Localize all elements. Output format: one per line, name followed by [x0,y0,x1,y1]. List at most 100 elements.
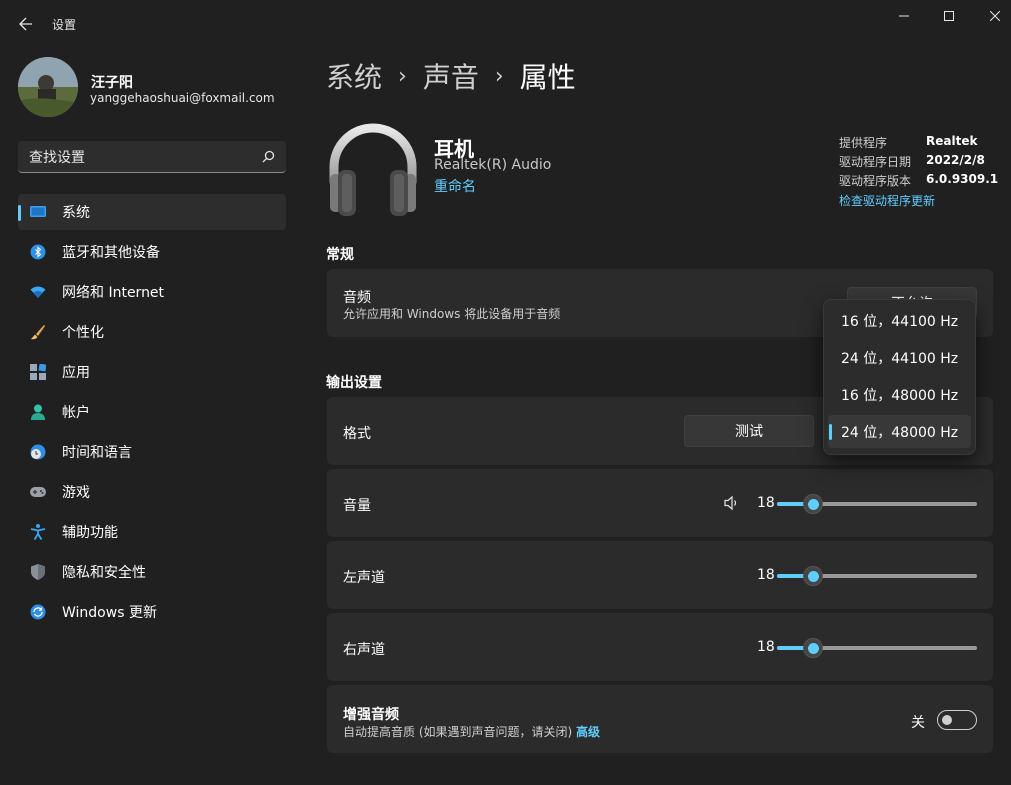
toggle-state-label: 关 [911,715,925,731]
avatar[interactable] [18,57,78,117]
shield-icon [30,564,46,580]
sidebar-item-bluetooth[interactable]: 蓝牙和其他设备 [18,234,286,270]
brush-icon [30,324,46,340]
property-value: 6.0.9309.1 [926,172,999,186]
output-section-title: 输出设置 [326,375,382,391]
right-channel-value: 18 [757,639,775,655]
slider-thumb[interactable] [803,566,823,586]
sidebar-item-gaming[interactable]: 游戏 [18,474,286,510]
gamepad-icon [30,484,46,500]
left-channel-title: 左声道 [343,570,385,586]
sidebar-item-apps[interactable]: 应用 [18,354,286,390]
property-row: 提供程序 Realtek [839,134,998,153]
page-title: 属性 [519,61,576,94]
sidebar-item-label: 个性化 [62,325,104,341]
sidebar-item-label: Windows 更新 [62,605,157,621]
sidebar-item-label: 隐私和安全性 [62,565,146,581]
check-driver-update-link[interactable]: 检查驱动程序更新 [839,192,935,209]
slider-thumb[interactable] [803,494,823,514]
bluetooth-icon [30,244,46,260]
volume-slider[interactable] [777,494,977,514]
right-channel-slider[interactable] [777,638,977,658]
sidebar-item-personalization[interactable]: 个性化 [18,314,286,350]
format-option[interactable]: 24 位，44100 Hz [828,341,971,374]
accessibility-icon [30,524,46,540]
format-option[interactable]: 16 位，44100 Hz [828,304,971,337]
toggle-knob [942,715,952,725]
test-button[interactable]: 测试 [684,415,814,447]
sidebar-item-accounts[interactable]: 帐户 [18,394,286,430]
advanced-link[interactable]: 高级 [576,725,600,739]
format-option-selected[interactable]: 24 位，48000 Hz [828,415,971,448]
update-icon [30,604,46,620]
sidebar-item-windows-update[interactable]: Windows 更新 [18,594,286,630]
property-value: 2022/2/8 [926,153,985,167]
property-row: 驱动程序版本 6.0.9309.1 [839,172,998,191]
globe-clock-icon [30,444,46,460]
property-key: 驱动程序版本 [839,174,912,188]
property-row: 驱动程序日期 2022/2/8 [839,153,998,172]
audio-desc: 允许应用和 Windows 将此设备用于音频 [343,307,561,321]
sidebar-item-label: 辅助功能 [62,525,118,541]
volume-value: 18 [757,495,775,511]
volume-title: 音量 [343,498,371,514]
slider-thumb[interactable] [803,638,823,658]
enhance-desc-row: 自动提高音质 (如果遇到声音问题，请关闭) 高级 [343,723,600,740]
apps-icon [30,364,46,380]
headphones-icon [328,122,418,217]
speaker-icon[interactable] [724,495,740,515]
search-placeholder: 查找设置 [29,149,85,166]
close-button[interactable] [972,0,1011,32]
breadcrumb-system[interactable]: 系统 [326,56,382,96]
right-channel-card: 右声道 18 [327,613,993,681]
property-key: 提供程序 [839,136,888,150]
person-icon [30,404,46,420]
format-title: 格式 [343,426,371,442]
breadcrumb-sound[interactable]: 声音 [423,56,479,96]
chevron-right-icon: › [398,63,407,89]
sidebar-item-system[interactable]: 系统 [18,194,286,230]
breadcrumb: 系统 › 声音 › 属性 [326,56,576,96]
search-icon[interactable] [250,150,286,163]
format-option[interactable]: 16 位，48000 Hz [828,378,971,411]
sidebar-nav: 系统 蓝牙和其他设备 网络和 Internet 个性化 应用 帐户 时间和语言 … [18,194,286,634]
general-section-title: 常规 [326,247,354,263]
sidebar-item-accessibility[interactable]: 辅助功能 [18,514,286,550]
sidebar-item-label: 帐户 [62,405,90,421]
enhance-audio-card: 增强音频 自动提高音质 (如果遇到声音问题，请关闭) 高级 关 [327,685,993,753]
sidebar-item-label: 应用 [62,365,90,381]
enhance-desc: 自动提高音质 (如果遇到声音问题，请关闭) [343,725,573,739]
right-channel-title: 右声道 [343,642,385,658]
window-title: 设置 [52,18,77,32]
search-input[interactable]: 查找设置 [18,141,286,173]
user-name: 汪子阳 [91,75,133,91]
back-icon[interactable] [14,12,38,36]
left-channel-card: 左声道 18 [327,541,993,609]
minimize-button[interactable] [881,0,927,32]
user-email: yanggehaoshuai@foxmail.com [90,91,275,105]
maximize-button[interactable] [926,0,972,32]
monitor-icon [30,204,46,220]
property-value: Realtek [926,134,978,148]
sidebar-item-label: 系统 [62,205,90,221]
left-channel-value: 18 [757,567,775,583]
chevron-right-icon: › [494,63,504,89]
enhance-title: 增强音频 [343,707,399,723]
format-dropdown: 16 位，44100 Hz 24 位，44100 Hz 16 位，48000 H… [823,299,976,455]
sidebar-item-time-language[interactable]: 时间和语言 [18,434,286,470]
driver-properties: 提供程序 Realtek 驱动程序日期 2022/2/8 驱动程序版本 6.0.… [839,134,998,191]
sidebar-item-privacy[interactable]: 隐私和安全性 [18,554,286,590]
device-subtitle: Realtek(R) Audio [434,157,552,173]
sidebar-item-label: 网络和 Internet [62,285,165,301]
enhance-audio-toggle[interactable] [937,710,977,730]
left-channel-slider[interactable] [777,566,977,586]
rename-link[interactable]: 重命名 [434,176,476,196]
volume-card: 音量 18 [327,469,993,537]
wifi-icon [30,284,46,300]
sidebar-item-label: 蓝牙和其他设备 [62,245,160,261]
sidebar-item-label: 游戏 [62,485,90,501]
sidebar-item-network[interactable]: 网络和 Internet [18,274,286,310]
property-key: 驱动程序日期 [839,155,912,169]
audio-title: 音频 [343,290,371,306]
sidebar-item-label: 时间和语言 [62,445,132,461]
